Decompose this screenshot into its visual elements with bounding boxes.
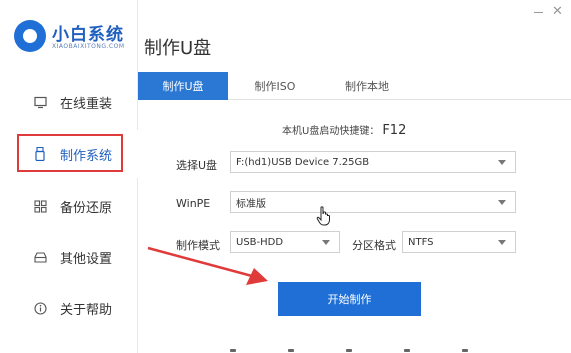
hotkey-info: 本机U盘启动快捷键： F12 [282, 122, 406, 138]
winpe-select[interactable]: 标准版 [230, 191, 516, 213]
usb-device-value: F:(hd1)USB Device 7.25GB [236, 156, 370, 168]
mode-value: USB-HDD [236, 236, 284, 248]
bottom-indicators [230, 347, 480, 353]
backup-grid-icon [33, 199, 47, 213]
mode-select[interactable]: USB-HDD [230, 231, 340, 253]
partition-label: 分区格式 [352, 239, 396, 252]
tab-make-local[interactable]: 制作本地 [322, 72, 412, 100]
tab-make-iso[interactable]: 制作ISO [230, 72, 320, 100]
tab-make-usb[interactable]: 制作U盘 [138, 72, 228, 100]
logo-subtitle: XIAOBAIXITONG.COM [52, 43, 125, 50]
sidebar-item-other-settings[interactable]: 其他设置 [0, 233, 138, 281]
page-title: 制作U盘 [144, 38, 212, 59]
mode-label: 制作模式 [176, 239, 220, 252]
hotkey-label: 本机U盘启动快捷键： [282, 126, 380, 137]
settings-tray-icon [33, 250, 47, 264]
annotation-highlight-box [17, 134, 123, 172]
chevron-down-icon [498, 240, 506, 245]
sidebar-item-label: 备份还原 [60, 200, 113, 216]
chevron-down-icon [498, 200, 506, 205]
start-make-button[interactable]: 开始制作 [278, 282, 421, 316]
close-button[interactable]: ✕ [552, 5, 563, 19]
monitor-icon [33, 95, 47, 109]
logo-title: 小白系统 [52, 25, 124, 45]
partition-value: NTFS [408, 236, 434, 248]
hand-cursor-icon [316, 206, 330, 226]
partition-select[interactable]: NTFS [402, 231, 516, 253]
logo-mark-icon [14, 20, 46, 52]
sidebar-item-label: 在线重装 [60, 96, 113, 112]
winpe-label: WinPE [176, 197, 211, 210]
hotkey-value: F12 [382, 123, 407, 138]
sidebar-item-label: 关于帮助 [60, 302, 113, 318]
chevron-down-icon [322, 240, 330, 245]
tab-bar: 制作U盘 制作ISO 制作本地 [138, 72, 571, 100]
usb-device-select[interactable]: F:(hd1)USB Device 7.25GB [230, 151, 516, 173]
minimize-button[interactable] [534, 12, 543, 13]
sidebar-item-backup-restore[interactable]: 备份还原 [0, 182, 138, 230]
select-usb-label: 选择U盘 [176, 159, 218, 172]
sidebar: 小白系统 XIAOBAIXITONG.COM 在线重装 制作系统 备份还原 其他… [0, 0, 138, 353]
sidebar-item-online-reinstall[interactable]: 在线重装 [0, 78, 138, 126]
info-icon [33, 301, 47, 315]
title-bar: 制作U盘 ✕ [138, 0, 571, 70]
sidebar-item-about-help[interactable]: 关于帮助 [0, 284, 138, 332]
app-logo: 小白系统 XIAOBAIXITONG.COM [14, 18, 134, 58]
sidebar-item-label: 其他设置 [60, 251, 113, 267]
make-usb-panel: 本机U盘启动快捷键： F12 选择U盘 F:(hd1)USB Device 7.2… [138, 100, 571, 353]
winpe-value: 标准版 [236, 198, 266, 210]
chevron-down-icon [498, 160, 506, 165]
